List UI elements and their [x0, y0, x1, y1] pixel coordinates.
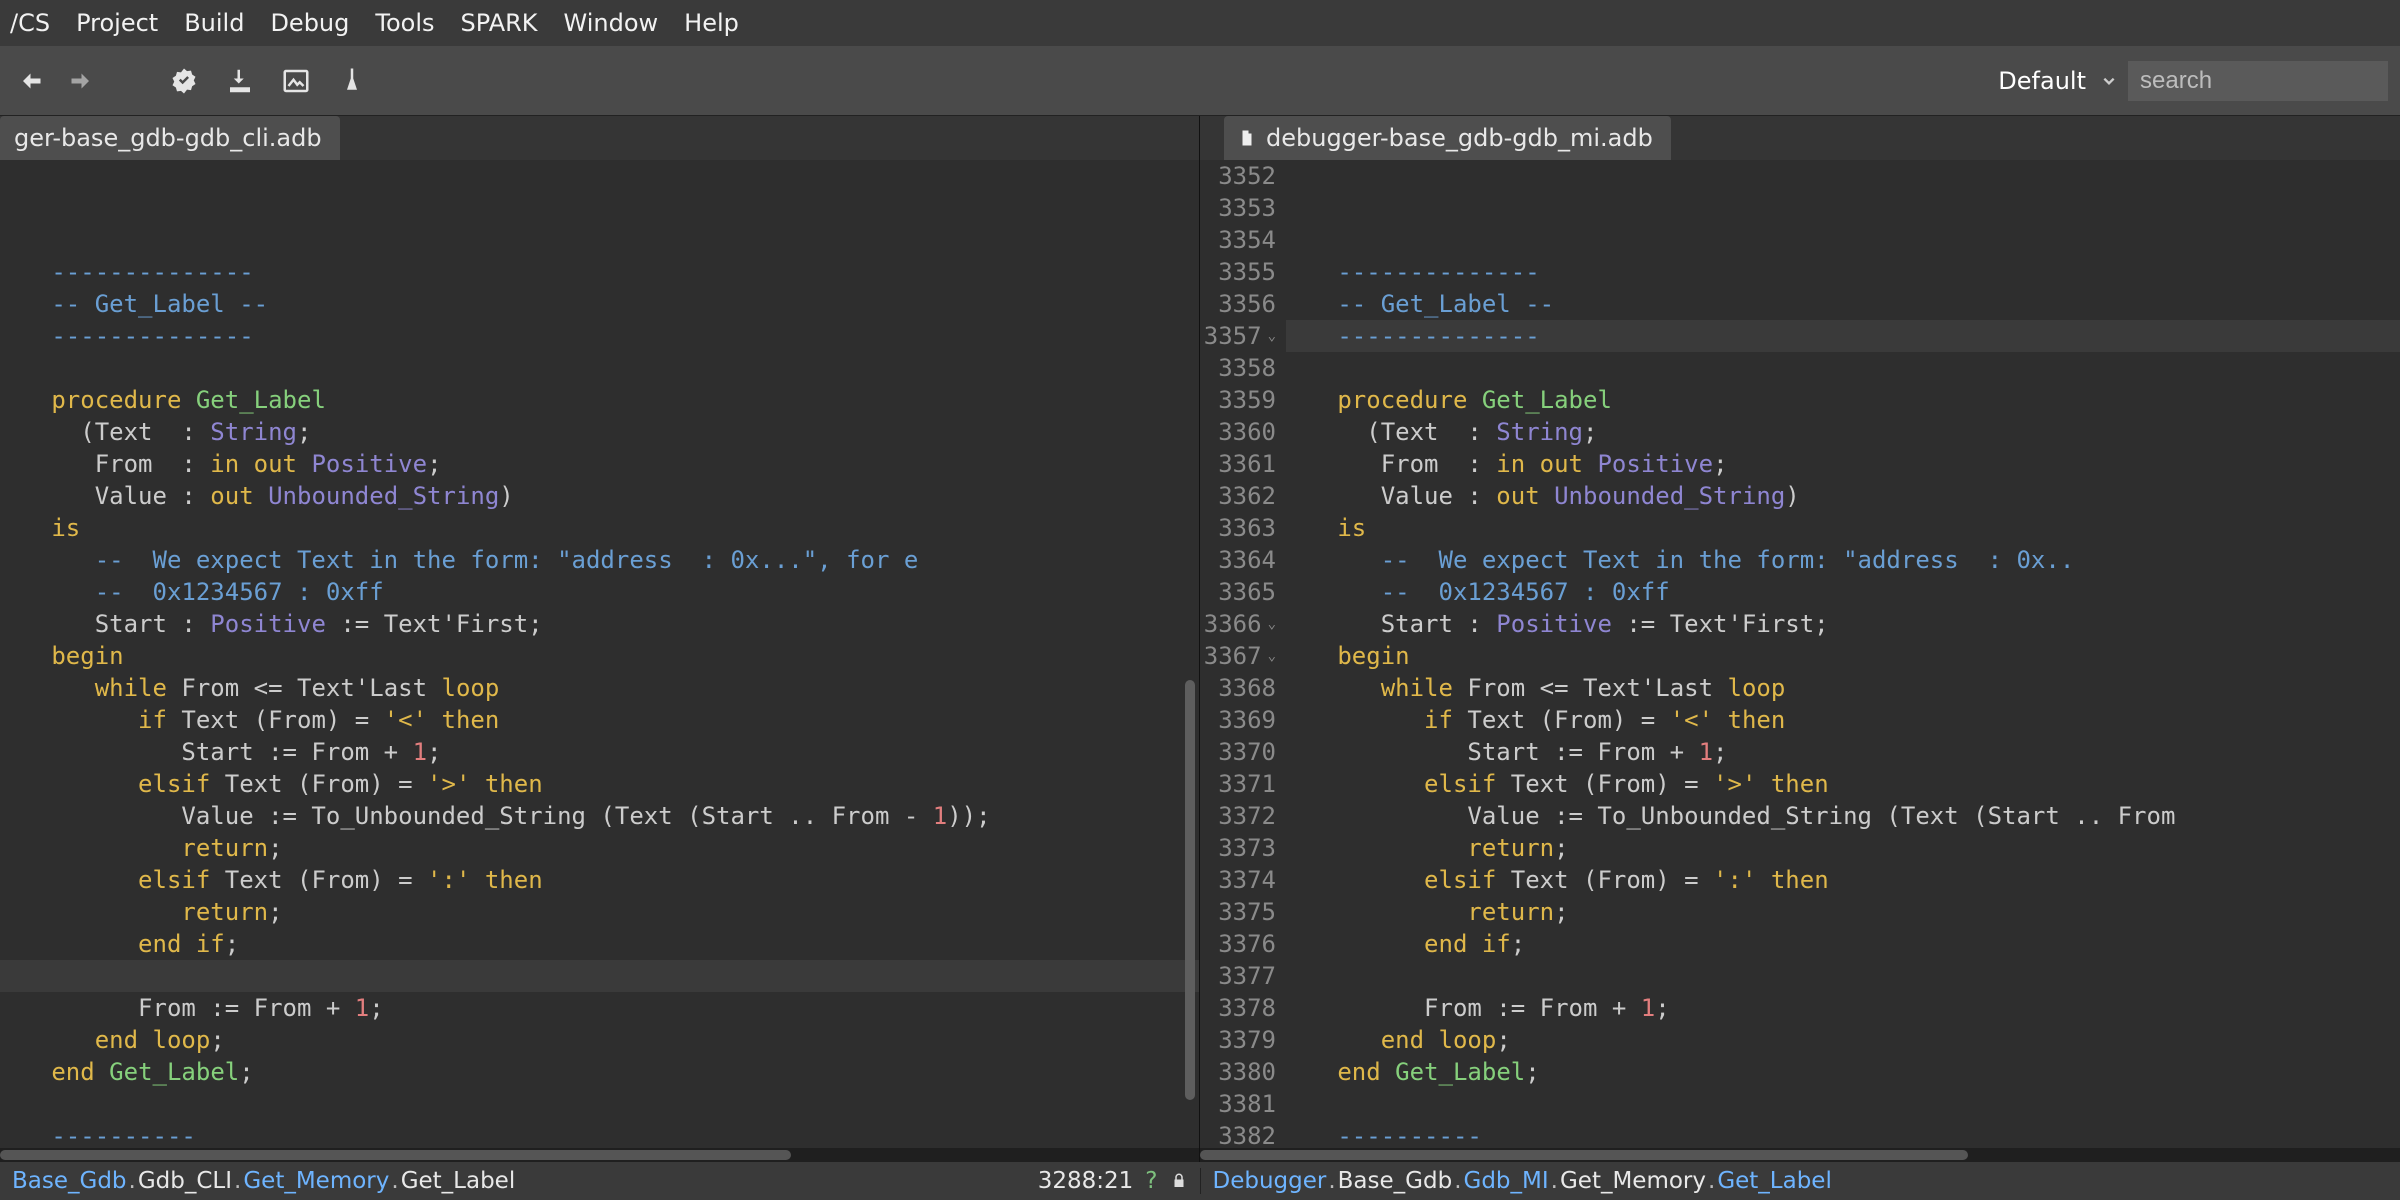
- breadcrumb-seg[interactable]: Get_Memory: [1560, 1168, 1706, 1194]
- breadcrumb-seg[interactable]: Debugger: [1213, 1168, 1327, 1194]
- nav-back-icon[interactable]: [12, 65, 44, 97]
- scrollbar-horizontal-right[interactable]: [1200, 1148, 2400, 1162]
- menu-help[interactable]: Help: [684, 9, 739, 37]
- code-editor-left[interactable]: -------------- -- Get_Label -- ---------…: [0, 160, 1199, 1148]
- menu-vcs[interactable]: /CS: [10, 9, 50, 37]
- tab-bar-right: debugger-base_gdb-gdb_mi.adb: [1200, 116, 2400, 160]
- scenario-label: Default: [1998, 67, 2086, 95]
- tab-right-file[interactable]: debugger-base_gdb-gdb_mi.adb: [1224, 116, 1671, 160]
- breadcrumb-seg[interactable]: Base_Gdb: [1338, 1168, 1453, 1194]
- check-badge-icon[interactable]: [168, 65, 200, 97]
- editor-pane-left: ger-base_gdb-gdb_cli.adb -------------- …: [0, 116, 1200, 1162]
- tab-right-filename: debugger-base_gdb-gdb_mi.adb: [1266, 124, 1653, 152]
- status-right: Debugger. Base_Gdb. Gdb_MI. Get_Memory. …: [1200, 1168, 2400, 1194]
- help-icon[interactable]: ?: [1145, 1168, 1157, 1194]
- file-icon: [1238, 128, 1256, 148]
- brush-icon[interactable]: [336, 65, 368, 97]
- nav-forward-icon[interactable]: [68, 65, 100, 97]
- tab-bar-left: ger-base_gdb-gdb_cli.adb: [0, 116, 1199, 160]
- tab-left-filename: ger-base_gdb-gdb_cli.adb: [14, 124, 322, 152]
- menu-debug[interactable]: Debug: [270, 9, 349, 37]
- download-box-icon[interactable]: [224, 65, 256, 97]
- breadcrumb-seg[interactable]: Gdb_CLI: [138, 1168, 232, 1194]
- breadcrumb-seg[interactable]: Get_Label: [401, 1168, 516, 1194]
- menu-spark[interactable]: SPARK: [461, 9, 538, 37]
- menu-tools[interactable]: Tools: [375, 9, 434, 37]
- toolbar: Default: [0, 46, 2400, 116]
- editor-pane-right: debugger-base_gdb-gdb_mi.adb 33523353335…: [1200, 116, 2400, 1162]
- code-editor-right[interactable]: 335233533354335533563357⌄335833593360336…: [1200, 160, 2400, 1148]
- status-bar: Base_Gdb. Gdb_CLI. Get_Memory. Get_Label…: [0, 1162, 2400, 1200]
- workspace: ger-base_gdb-gdb_cli.adb -------------- …: [0, 116, 2400, 1162]
- image-icon[interactable]: [280, 65, 312, 97]
- line-gutter: 335233533354335533563357⌄335833593360336…: [1200, 160, 1286, 1148]
- menu-bar: /CS Project Build Debug Tools SPARK Wind…: [0, 0, 2400, 46]
- lock-icon: [1170, 1171, 1188, 1191]
- menu-project[interactable]: Project: [76, 9, 158, 37]
- status-left: Base_Gdb. Gdb_CLI. Get_Memory. Get_Label…: [0, 1168, 1200, 1194]
- dropdown-caret-icon[interactable]: [2102, 74, 2116, 88]
- cursor-position: 3288:21: [1038, 1168, 1134, 1194]
- tab-left-file[interactable]: ger-base_gdb-gdb_cli.adb: [0, 116, 340, 160]
- menu-build[interactable]: Build: [184, 9, 244, 37]
- search-input[interactable]: [2128, 61, 2388, 101]
- breadcrumb-seg[interactable]: Get_Label: [1717, 1168, 1832, 1194]
- breadcrumb-seg[interactable]: Gdb_MI: [1464, 1168, 1549, 1194]
- breadcrumb-seg[interactable]: Get_Memory: [243, 1168, 389, 1194]
- menu-window[interactable]: Window: [564, 9, 659, 37]
- breadcrumb-seg[interactable]: Base_Gdb: [12, 1168, 127, 1194]
- scrollbar-horizontal-left[interactable]: [0, 1148, 1199, 1162]
